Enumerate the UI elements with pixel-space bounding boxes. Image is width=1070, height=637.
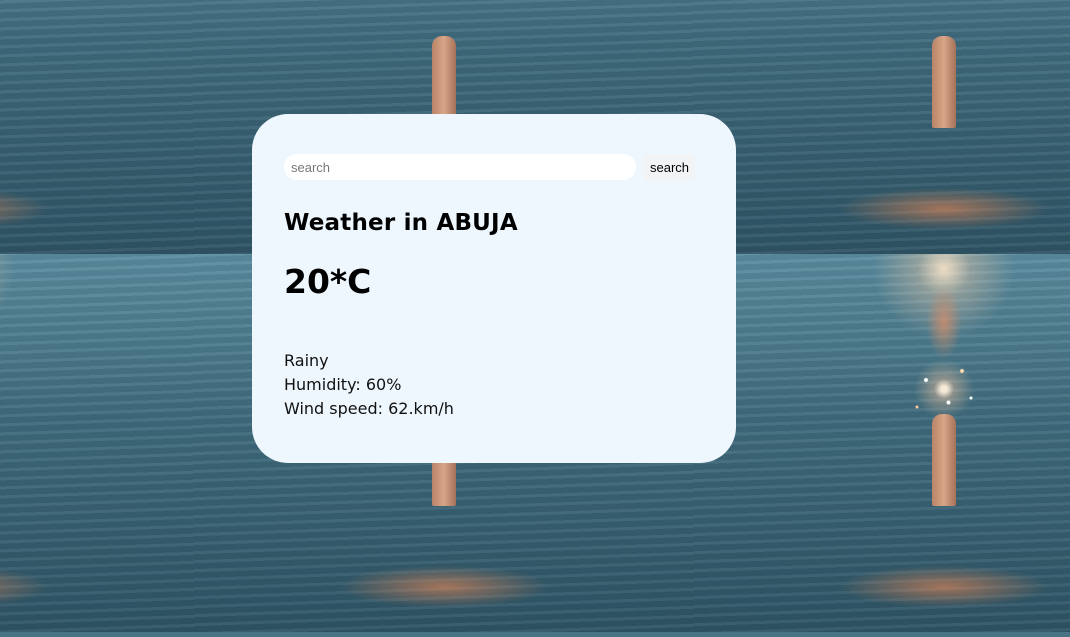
search-button[interactable]: search (644, 154, 696, 180)
weather-card: search Weather in ABUJA 20*C Rainy Humid… (252, 114, 736, 463)
weather-details: Rainy Humidity: 60% Wind speed: 62.km/h (284, 349, 704, 421)
background-tile (0, 0, 194, 254)
wind-speed: Wind speed: 62.km/h (284, 399, 454, 418)
background-tile (694, 0, 1070, 254)
weather-description: Rainy (284, 351, 329, 370)
hand-graphic (932, 414, 956, 506)
hand-graphic (932, 36, 956, 128)
humidity: Humidity: 60% (284, 375, 402, 394)
search-bar: search (284, 154, 704, 180)
background-tile (694, 254, 1070, 632)
temperature: 20*C (284, 262, 372, 301)
background-tile (0, 254, 194, 632)
search-input[interactable] (284, 154, 636, 180)
city-title: Weather in ABUJA (284, 210, 518, 236)
